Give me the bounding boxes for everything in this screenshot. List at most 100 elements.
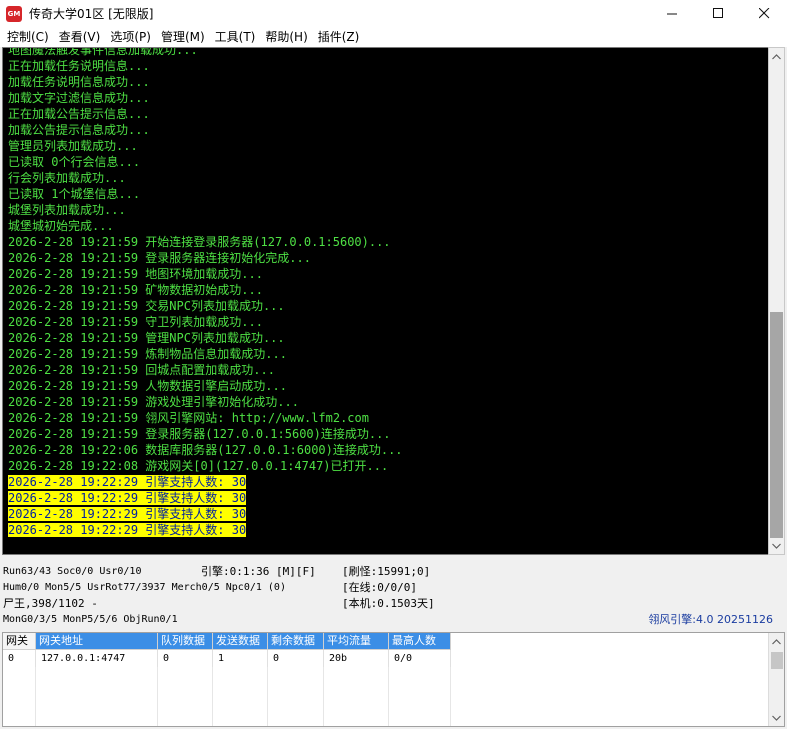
scroll-down-arrow-icon[interactable]: [769, 537, 784, 554]
log-line-text: 2026-2-28 19:22:29 引擎支持人数: 30: [8, 491, 247, 505]
status-panel: Run63/43 Soc0/0 Usr0/10 Hum0/0 Mon5/5 Us…: [0, 558, 787, 632]
log-line-text: 2026-2-28 19:21:59 人物数据引擎启动成功...: [8, 379, 287, 393]
menu-manage[interactable]: 管理(M): [156, 27, 210, 47]
status-mong: MonG0/3/5 MonP5/5/6 ObjRun0/1: [3, 614, 178, 625]
log-line: 正在加载任务说明信息...: [8, 58, 403, 74]
log-line: 2026-2-28 19:21:59 交易NPC列表加载成功...: [8, 298, 403, 314]
log-console[interactable]: 地图魔法触发事件信息加载成功... 正在加载任务说明信息... 加载任务说明信息成功…: [2, 47, 768, 555]
log-line-highlighted: 2026-2-28 19:22:29 引擎支持人数: 30: [8, 506, 403, 522]
log-line: 2026-2-28 19:22:08 游戏网关[0](127.0.0.1:474…: [8, 458, 403, 474]
log-line: 2026-2-28 19:21:59 登录服务器(127.0.0.1:5600)…: [8, 426, 403, 442]
log-line: 2026-2-28 19:21:59 矿物数据初始成功...: [8, 282, 403, 298]
engine-version: 翎风引擎:4.0 20251126: [648, 613, 773, 626]
column-header-sent[interactable]: 发送数据: [213, 633, 268, 650]
status-online: [在线:0/0/0]: [342, 581, 417, 594]
cell-address: 127.0.0.1:4747: [36, 650, 158, 667]
status-refresh: [刷怪:15991;0]: [342, 565, 431, 578]
log-line: 2026-2-28 19:21:59 地图环境加载成功...: [8, 266, 403, 282]
close-icon: [758, 8, 769, 19]
column-header-max-users[interactable]: 最高人数: [389, 633, 451, 650]
log-line: 2026-2-28 19:21:59 人物数据引擎启动成功...: [8, 378, 403, 394]
log-line: 城堡城初始完成...: [8, 218, 403, 234]
log-line: 加载文字过滤信息成功...: [8, 90, 403, 106]
menu-control[interactable]: 控制(C): [2, 27, 54, 47]
log-line: 2026-2-28 19:21:59 炼制物品信息加载成功...: [8, 346, 403, 362]
log-line: 已读取 1个城堡信息...: [8, 186, 403, 202]
menu-help[interactable]: 帮助(H): [260, 27, 312, 47]
log-line-text: 2026-2-28 19:21:59 守卫列表加载成功...: [8, 315, 263, 329]
log-line-highlighted: 2026-2-28 19:22:29 引擎支持人数: 30: [8, 522, 403, 538]
menu-view[interactable]: 查看(V): [54, 27, 106, 47]
cell-sent: 1: [213, 650, 268, 667]
cell-gateway: 0: [3, 650, 36, 667]
maximize-icon: [712, 8, 723, 18]
table-scrollbar[interactable]: [768, 633, 784, 726]
table-scroll-up-arrow-icon[interactable]: [769, 633, 784, 650]
log-line-text: 2026-2-28 19:21:59 炼制物品信息加载成功...: [8, 347, 287, 361]
column-header-remaining[interactable]: 剩余数据: [268, 633, 324, 650]
log-line-text: 2026-2-28 19:21:59 回城点配置加载成功...: [8, 363, 275, 377]
log-line-text: 2026-2-28 19:21:59 管理NPC列表加载成功...: [8, 331, 285, 345]
log-line: 2026-2-28 19:21:59 守卫列表加载成功...: [8, 314, 403, 330]
log-line-highlighted: 2026-2-28 19:22:29 引擎支持人数: 30: [8, 490, 403, 506]
status-hum: Hum0/0 Mon5/5 UsrRot77/3937 Merch0/5 Npc…: [3, 582, 286, 593]
log-line-text: 2026-2-28 19:21:59 登录服务器(127.0.0.1:5600)…: [8, 427, 391, 441]
cell-avg-traffic: 20b: [324, 650, 389, 667]
log-line: 管理员列表加载成功...: [8, 138, 403, 154]
column-header-gateway[interactable]: 网关: [3, 633, 36, 650]
log-scrollbar[interactable]: [768, 47, 785, 555]
log-line: 正在加载公告提示信息...: [8, 106, 403, 122]
gateway-table[interactable]: 网关 网关地址 队列数据 发送数据 剩余数据 平均流量 最高人数 0 127.0…: [2, 632, 785, 727]
log-line-text: 2026-2-28 19:22:29 引擎支持人数: 30: [8, 475, 247, 489]
table-gridlines: [3, 667, 451, 726]
maximize-button[interactable]: [695, 0, 741, 27]
window-controls: [649, 0, 787, 27]
scroll-up-arrow-icon[interactable]: [769, 48, 784, 65]
log-line: 2026-2-28 19:21:59 翎风引擎网站: http://www.lf…: [8, 410, 403, 426]
minimize-button[interactable]: [649, 0, 695, 27]
log-line: 城堡列表加载成功...: [8, 202, 403, 218]
log-line-text: 2026-2-28 19:22:06 数据库服务器(127.0.0.1:6000…: [8, 443, 403, 457]
log-line-text: 地图魔法触发事件信息加载成功...: [8, 47, 198, 57]
minimize-icon: [666, 13, 677, 15]
log-line: 已读取 0个行会信息...: [8, 154, 403, 170]
log-lines: 地图魔法触发事件信息加载成功... 正在加载任务说明信息... 加载任务说明信息成功…: [8, 47, 403, 538]
status-local: [本机:0.1503天]: [342, 597, 435, 610]
menu-tools[interactable]: 工具(T): [210, 27, 261, 47]
app-icon[interactable]: GM: [6, 5, 22, 22]
cell-remaining: 0: [268, 650, 324, 667]
window-title: 传奇大学01区 [无限版]: [29, 7, 154, 21]
log-line-text: 已读取 1个城堡信息...: [8, 187, 141, 201]
table-scroll-down-arrow-icon[interactable]: [769, 709, 784, 726]
log-line-text: 2026-2-28 19:21:59 地图环境加载成功...: [8, 267, 263, 281]
column-header-avg-traffic[interactable]: 平均流量: [324, 633, 389, 650]
table-scroll-thumb[interactable]: [771, 652, 783, 669]
column-header-queue[interactable]: 队列数据: [158, 633, 213, 650]
status-run: Run63/43 Soc0/0 Usr0/10: [3, 566, 142, 577]
log-line: 2026-2-28 19:21:59 开始连接登录服务器(127.0.0.1:5…: [8, 234, 403, 250]
log-line-text: 城堡列表加载成功...: [8, 203, 126, 217]
log-line-text: 已读取 0个行会信息...: [8, 155, 141, 169]
menu-bar: 控制(C) 查看(V) 选项(P) 管理(M) 工具(T) 帮助(H) 插件(Z…: [0, 27, 787, 47]
status-engine-time: 引擎:0:1:36 [M][F]: [201, 565, 316, 578]
log-line-text: 城堡城初始完成...: [8, 219, 114, 233]
log-line-text: 管理员列表加载成功...: [8, 139, 138, 153]
log-scroll-thumb[interactable]: [770, 312, 783, 538]
menu-plugins[interactable]: 插件(Z): [313, 27, 365, 47]
status-corpse-king: 尸王,398/1102 -: [3, 597, 98, 610]
log-line: 2026-2-28 19:22:06 数据库服务器(127.0.0.1:6000…: [8, 442, 403, 458]
log-line-text: 2026-2-28 19:21:59 交易NPC列表加载成功...: [8, 299, 285, 313]
log-line-text: 2026-2-28 19:21:59 游戏处理引擎初始化成功...: [8, 395, 299, 409]
log-line-text: 正在加载任务说明信息...: [8, 59, 150, 73]
log-line: 加载任务说明信息成功...: [8, 74, 403, 90]
cell-queue: 0: [158, 650, 213, 667]
gateway-table-header: 网关 网关地址 队列数据 发送数据 剩余数据 平均流量 最高人数: [3, 633, 451, 650]
log-line: 2026-2-28 19:21:59 登录服务器连接初始化完成...: [8, 250, 403, 266]
menu-options[interactable]: 选项(P): [105, 27, 156, 47]
log-line: 行会列表加载成功...: [8, 170, 403, 186]
table-row[interactable]: 0 127.0.0.1:4747 0 1 0 20b 0/0: [3, 650, 451, 667]
log-line: 2026-2-28 19:21:59 回城点配置加载成功...: [8, 362, 403, 378]
column-header-address[interactable]: 网关地址: [36, 633, 158, 650]
close-button[interactable]: [741, 0, 787, 27]
log-line: 2026-2-28 19:21:59 游戏处理引擎初始化成功...: [8, 394, 403, 410]
